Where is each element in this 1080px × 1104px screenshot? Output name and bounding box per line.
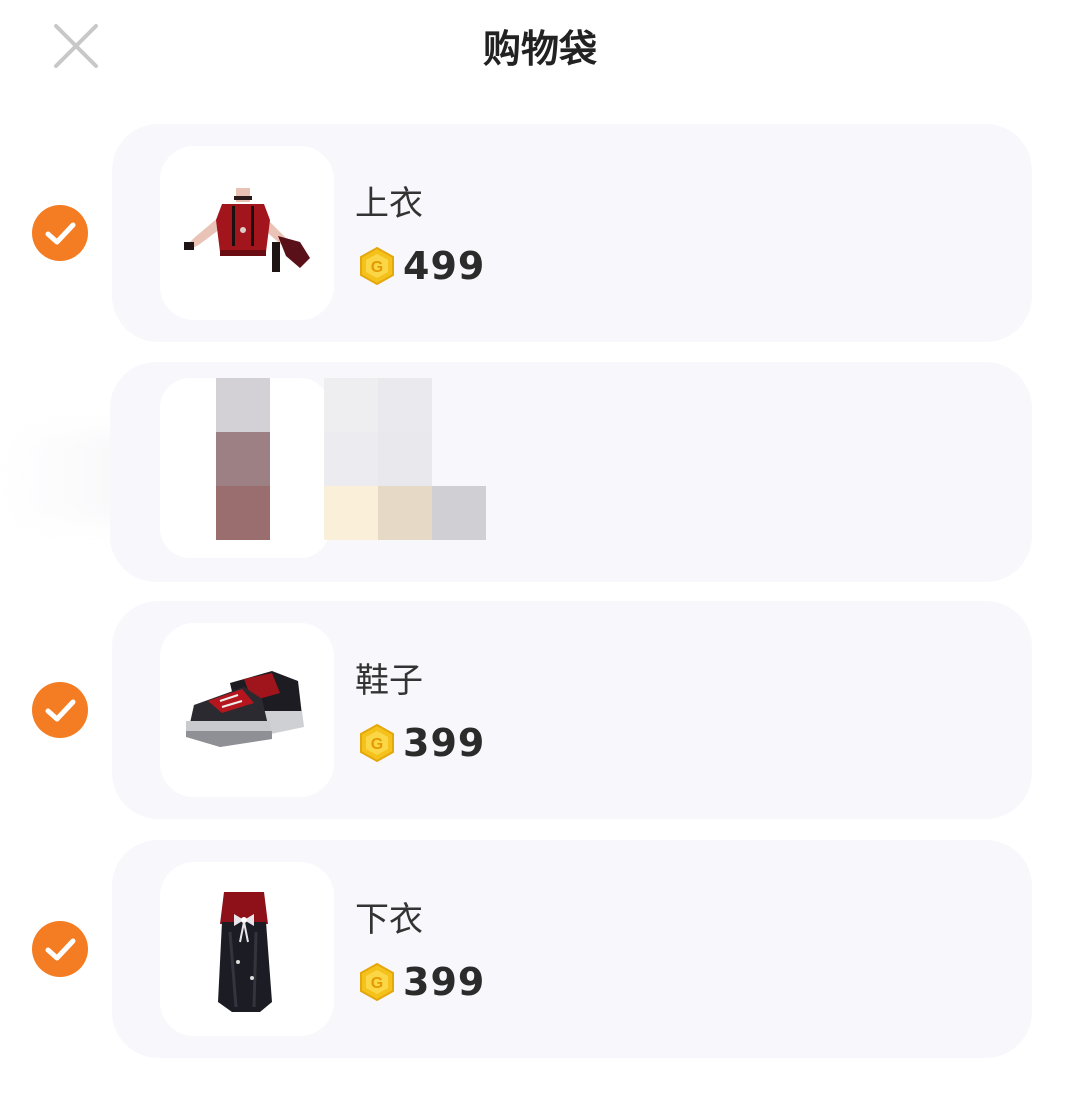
pixel-block <box>378 432 432 486</box>
pixel-block <box>216 486 270 540</box>
coin-icon: G <box>360 962 394 1002</box>
pixel-block <box>216 432 270 486</box>
checkbox-checked-icon[interactable] <box>32 921 88 977</box>
coin-icon: G <box>360 246 394 286</box>
svg-text:G: G <box>371 259 383 276</box>
pixel-block <box>378 378 432 432</box>
cart-item-shoes: 鞋子 G 399 <box>0 601 1080 819</box>
cart-item-card[interactable]: 下衣 G 399 <box>112 840 1032 1058</box>
price-value: 399 <box>403 960 486 1004</box>
pixel-block <box>324 378 378 432</box>
item-price: G 399 <box>357 958 485 1006</box>
svg-text:G: G <box>371 736 383 753</box>
shopping-bag-page: 购物袋 上衣 G 499 鞋子 G 399 下衣 G 399 <box>0 0 1080 1104</box>
price-value: 399 <box>403 721 486 765</box>
checkbox-checked-icon[interactable] <box>32 682 88 738</box>
pixel-block <box>216 378 270 432</box>
item-name: 鞋子 <box>355 661 423 701</box>
cart-item-card[interactable]: 鞋子 G 399 <box>112 601 1032 819</box>
pixel-block <box>432 486 486 540</box>
item-name: 下衣 <box>355 900 423 940</box>
page-title: 购物袋 <box>482 27 597 71</box>
price-value: 499 <box>403 244 486 288</box>
cart-item-card[interactable]: 上衣 G 499 <box>112 124 1032 342</box>
checkbox-checked-icon[interactable] <box>32 205 88 261</box>
cart-item-top: 上衣 G 499 <box>0 124 1080 342</box>
item-price: G 499 <box>357 242 485 290</box>
skirt-icon <box>160 862 334 1036</box>
cart-item-blurred <box>0 362 1080 582</box>
pixel-block <box>324 432 378 486</box>
svg-text:G: G <box>371 975 383 992</box>
pixel-block <box>378 486 432 540</box>
coin-icon: G <box>360 723 394 763</box>
top-garment-icon <box>160 146 334 320</box>
sneakers-icon <box>160 623 334 797</box>
item-name: 上衣 <box>355 184 423 224</box>
cart-item-bottom: 下衣 G 399 <box>0 840 1080 1058</box>
item-price: G 399 <box>357 719 485 767</box>
pixel-block <box>324 486 378 540</box>
